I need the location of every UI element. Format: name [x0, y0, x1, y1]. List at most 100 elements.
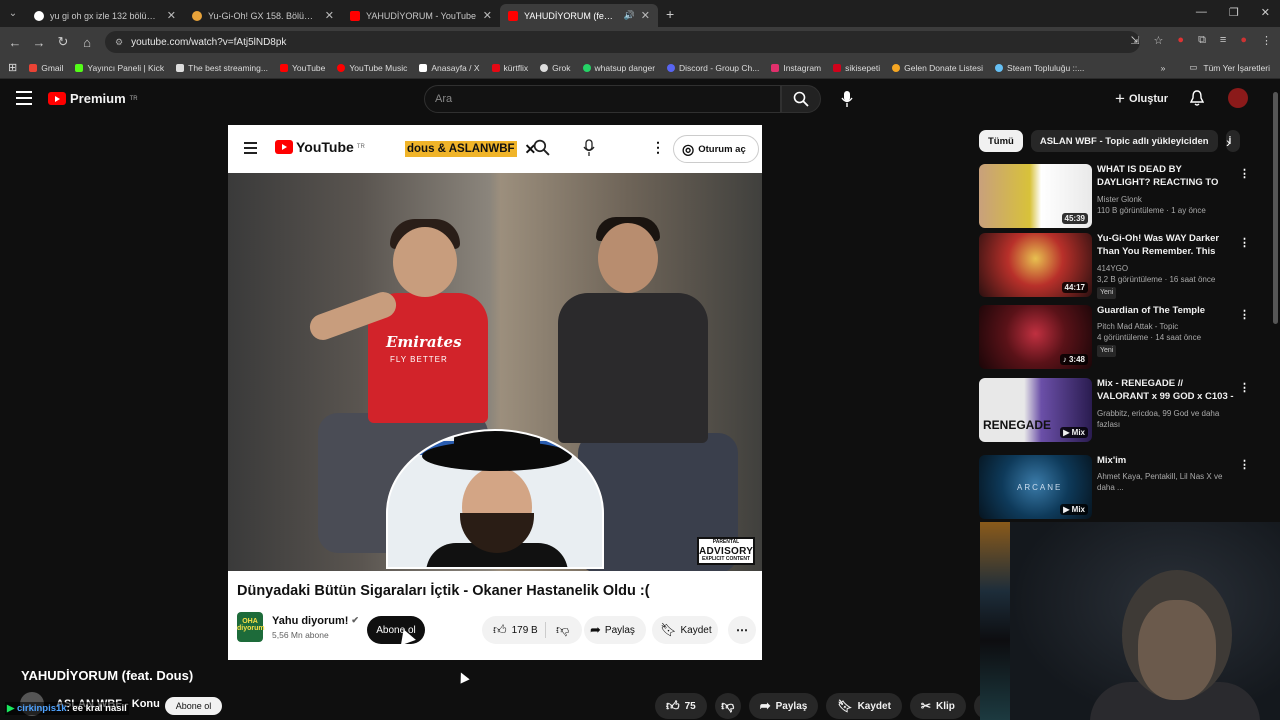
close-tab-icon[interactable]: ✕ [641, 9, 650, 22]
more-vert-icon[interactable]: ⋮ [1239, 167, 1250, 180]
extension-icon[interactable]: ● [1177, 34, 1184, 47]
account-avatar[interactable] [1228, 88, 1248, 108]
address-bar[interactable]: ⚙ youtube.com/watch?v=fAtj5lND8pk [105, 31, 1140, 53]
audio-playing-icon[interactable]: 🔊 [624, 10, 635, 21]
related-filter-chips: Tümü ASLAN WBF - Topic adlı yükleyiciden… [979, 130, 1240, 152]
more-vert-icon[interactable]: ⋮ [1239, 236, 1250, 249]
new-tab-button[interactable]: + [666, 6, 674, 22]
browser-tab[interactable]: Yu-Gi-Oh! GX 158. Bölüm izle | ✕ [184, 4, 342, 27]
mix-play-icon: ▶ [1063, 505, 1072, 514]
save-button[interactable]: 🔖︎ Kaydet [826, 693, 902, 719]
page-scrollbar[interactable] [1270, 80, 1280, 720]
related-video[interactable]: 44:17 Yu-Gi-Oh! Was WAY Darker Than You … [979, 233, 1269, 300]
search-button[interactable] [781, 85, 821, 113]
all-bookmarks-folder[interactable]: Tüm Yer İşaretleri [1203, 63, 1270, 73]
install-app-icon[interactable]: ⇲ [1130, 34, 1139, 47]
video-player[interactable]: YouTube TR dous & ASLANWBF ✕ ⋮ ◎ Oturum … [228, 125, 762, 660]
bookmark-item[interactable]: Instagram [765, 63, 827, 73]
related-title[interactable]: Mix'im [1097, 455, 1237, 468]
close-tab-icon[interactable]: ✕ [483, 9, 492, 22]
related-video[interactable]: ♪ 3:48 Guardian of The Temple Pitch Mad … [979, 305, 1269, 369]
bookmark-item[interactable]: kürtflix [486, 63, 535, 73]
embedded-microphone-icon [583, 139, 595, 160]
scrollbar-thumb[interactable] [1273, 92, 1278, 324]
share-button[interactable]: ➦ Paylaş [748, 693, 819, 719]
bookmark-item[interactable]: Anasayfa / X [413, 63, 485, 73]
apps-grid-icon[interactable]: ⊞ [0, 61, 23, 74]
related-channel[interactable]: Pitch Mad Attak - Topic [1097, 321, 1237, 332]
related-mix[interactable]: ARCANE ▶ Mix Mix'im Ahmet Kaya, Pentakil… [979, 455, 1269, 519]
close-tab-icon[interactable]: ✕ [167, 9, 176, 22]
discord-icon [667, 63, 676, 72]
close-tab-icon[interactable]: ✕ [325, 9, 334, 22]
bookmark-item[interactable]: Gelen Donate Listesi [886, 63, 989, 73]
notifications-button[interactable] [1189, 90, 1205, 109]
bookmark-item[interactable]: YouTube Music [331, 63, 413, 73]
partial-thumbnails [980, 522, 1010, 720]
youtube-premium-logo[interactable]: Premium TR [48, 91, 138, 106]
browser-tab[interactable]: YAHUDİYORUM - YouTube ✕ [342, 4, 500, 27]
related-title[interactable]: WHAT IS DEAD BY DAYLIGHT? REACTING TO AL… [1097, 164, 1237, 191]
mix-thumbnail[interactable]: ARCANE ▶ Mix [979, 455, 1092, 519]
bookmark-item[interactable]: Discord - Group Ch... [661, 63, 765, 73]
more-bookmarks-icon[interactable]: » [1161, 63, 1166, 73]
related-channel[interactable]: Mister Glonk [1097, 194, 1237, 205]
chip-uploader[interactable]: ASLAN WBF - Topic adlı yükleyiciden [1030, 130, 1218, 152]
bookmark-item[interactable]: Gmail [23, 63, 69, 73]
video-thumbnail[interactable]: 45:39 [979, 164, 1092, 228]
bookmark-item[interactable]: The best streaming... [170, 63, 274, 73]
related-title[interactable]: Mix - RENEGADE // VALORANT x 99 GOD x C1… [1097, 378, 1237, 405]
bookmark-item[interactable]: Yayıncı Paneli | Kick [69, 63, 170, 73]
reload-icon[interactable]: ↻ [51, 34, 75, 50]
bookmark-item[interactable]: whatsup danger [577, 63, 662, 73]
like-button[interactable]: 👍︎ 75 [655, 693, 707, 719]
dislike-button[interactable]: 👎︎ [714, 693, 741, 719]
minimize-icon[interactable]: — [1196, 6, 1207, 19]
browser-menu-icon[interactable]: ⋮ [1261, 34, 1272, 47]
chip-all[interactable]: Tümü [979, 130, 1023, 152]
guide-menu-icon[interactable] [16, 91, 32, 105]
related-mix[interactable]: RENEGADE ▶ Mix Mix - RENEGADE // VALORAN… [979, 378, 1269, 442]
signin-label: Oturum aç [698, 143, 746, 155]
related-title[interactable]: Guardian of The Temple [1097, 305, 1237, 318]
home-icon[interactable]: ⌂ [75, 35, 99, 50]
mix-thumbnail[interactable]: RENEGADE ▶ Mix [979, 378, 1092, 442]
jersey-slogan-art: FLY BETTER [390, 355, 448, 364]
chevron-right-icon[interactable]: › [1226, 134, 1231, 150]
forward-icon[interactable]: → [27, 35, 51, 50]
profile-icon[interactable]: ● [1240, 34, 1247, 47]
create-button[interactable]: + Oluştur [1115, 89, 1168, 109]
tab-search-icon[interactable]: ⌄ [0, 8, 26, 19]
browser-tab-active[interactable]: YAHUDİYORUM (feat. Dous) 🔊 ✕ [500, 4, 658, 27]
related-video[interactable]: 45:39 WHAT IS DEAD BY DAYLIGHT? REACTING… [979, 164, 1269, 228]
more-vert-icon[interactable]: ⋮ [1239, 458, 1250, 471]
bookmark-item[interactable]: Grok [534, 63, 576, 73]
restore-icon[interactable]: ❐ [1229, 6, 1239, 19]
close-window-icon[interactable]: ✕ [1261, 6, 1270, 19]
browser-tab[interactable]: yu gi oh gx izle 132 bölüm izle - Go ✕ [26, 4, 184, 27]
site-info-icon[interactable]: ⚙ [115, 37, 123, 48]
bookmark-item[interactable]: sikisepeti [827, 63, 886, 73]
clip-button[interactable]: ✂ Klip [909, 693, 966, 719]
url-text: youtube.com/watch?v=fAtj5lND8pk [131, 36, 287, 48]
donate-icon [892, 63, 901, 72]
thumbs-down-icon: 👎︎ [721, 698, 735, 713]
back-icon[interactable]: ← [3, 35, 27, 50]
related-title[interactable]: Yu-Gi-Oh! Was WAY Darker Than You Rememb… [1097, 233, 1237, 260]
video-thumbnail[interactable]: 44:17 [979, 233, 1092, 297]
search-input[interactable]: Ara [424, 85, 781, 113]
grok-icon [540, 63, 549, 72]
bookmark-item[interactable]: Steam Topluluğu ::... [989, 63, 1090, 73]
voice-search-button[interactable] [833, 85, 861, 113]
youtube-icon [279, 63, 288, 72]
bookmark-star-icon[interactable]: ☆ [1154, 34, 1164, 47]
related-channel[interactable]: 414YGO [1097, 263, 1237, 274]
subscribe-button[interactable]: Abone ol [165, 697, 222, 715]
extensions-puzzle-icon[interactable]: ⧉ [1198, 34, 1206, 47]
video-thumbnail[interactable]: ♪ 3:48 [979, 305, 1092, 369]
bookmark-item[interactable]: YouTube [274, 63, 331, 73]
media-control-icon[interactable]: ≡ [1220, 34, 1226, 47]
more-vert-icon[interactable]: ⋮ [1239, 308, 1250, 321]
plus-icon: + [1115, 89, 1125, 108]
more-vert-icon[interactable]: ⋮ [1239, 381, 1250, 394]
